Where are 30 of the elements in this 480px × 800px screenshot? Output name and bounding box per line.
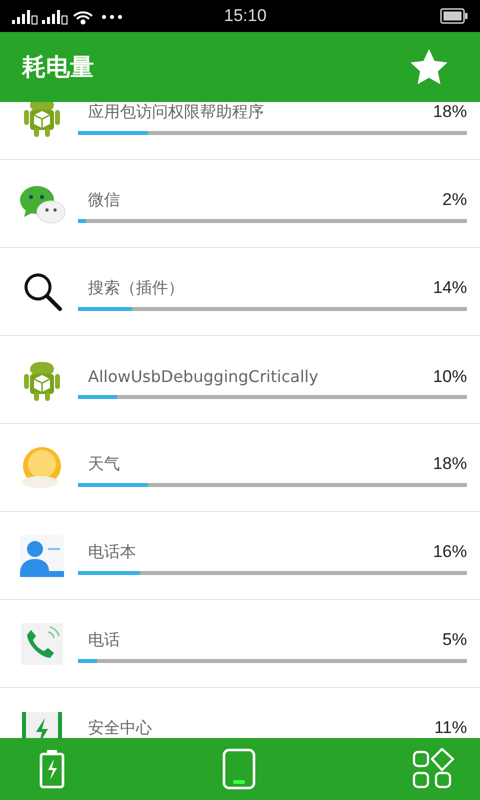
app-row[interactable]: 应用包访问权限帮助程序 18% xyxy=(0,102,480,160)
app-name: 微信 xyxy=(88,190,120,211)
usage-percent: 18% xyxy=(432,102,467,122)
app-row[interactable]: 电话 5% xyxy=(0,600,480,688)
app-name: 电话本 xyxy=(88,542,136,563)
usage-percent: 11% xyxy=(434,718,467,738)
usage-percent: 18% xyxy=(432,454,467,474)
usage-percent: 10% xyxy=(432,366,467,386)
app-row[interactable]: 电话本 16% xyxy=(0,512,480,600)
apps-tab[interactable] xyxy=(412,748,456,790)
app-name: 安全中心 xyxy=(88,718,152,738)
usage-percent: 2% xyxy=(442,190,467,210)
app-row[interactable]: 天气 18% xyxy=(0,424,480,512)
battery-icon xyxy=(440,8,468,24)
app-row[interactable]: 微信 2% xyxy=(0,160,480,248)
usage-percent: 14% xyxy=(432,278,467,298)
status-time: 15:10 xyxy=(224,6,267,26)
app-name: 搜索（插件） xyxy=(88,278,184,299)
screen-title: 耗电量 xyxy=(22,52,94,83)
battery-tab[interactable] xyxy=(38,749,66,789)
star-icon[interactable] xyxy=(410,49,448,85)
usage-percent: 5% xyxy=(442,630,467,650)
app-row[interactable]: 搜索（插件） 14% xyxy=(0,248,480,336)
device-tab[interactable] xyxy=(222,748,256,790)
usage-percent: 16% xyxy=(432,542,467,562)
app-name: 应用包访问权限帮助程序 xyxy=(88,102,264,123)
app-name: 天气 xyxy=(88,454,120,475)
app-name: AllowUsbDebuggingCritically xyxy=(88,366,318,386)
app-row[interactable]: AllowUsbDebuggingCritically 10% xyxy=(0,336,480,424)
app-name: 电话 xyxy=(88,630,120,651)
